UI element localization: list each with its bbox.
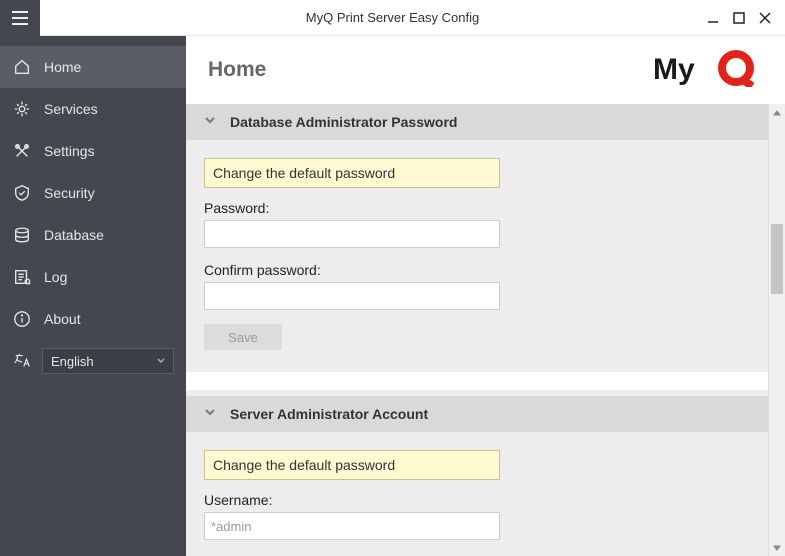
minimize-button[interactable] [701,6,725,30]
sidebar-item-label: Services [44,101,98,117]
home-icon [12,57,32,77]
confirm-password-label: Confirm password: [204,262,750,278]
content-scroll: Database Administrator Password Change t… [186,104,785,556]
db-password-input[interactable] [204,220,500,248]
panel-body-server: Change the default password Username: *a… [186,432,768,556]
sidebar-item-home[interactable]: Home [0,46,186,88]
minimize-icon [706,11,720,25]
sidebar-item-database[interactable]: Database [0,214,186,256]
menu-toggle-button[interactable] [0,0,40,36]
language-icon [12,351,32,371]
hamburger-icon [11,11,29,25]
sidebar-item-label: Home [44,59,81,75]
hint-box: Change the default password [204,450,500,480]
language-value: English [51,354,94,369]
sidebar-item-label: Log [44,269,67,285]
db-confirm-password-input[interactable] [204,282,500,310]
scrollbar[interactable] [768,104,785,556]
window-title: MyQ Print Server Easy Config [306,10,479,25]
server-username-input[interactable]: *admin [204,512,500,540]
chevron-down-icon [204,113,216,131]
sidebar-item-services[interactable]: Services [0,88,186,130]
tools-icon [12,141,32,161]
svg-text:My: My [653,53,695,86]
language-row: English [0,340,186,382]
close-icon [758,11,772,25]
scroll-up-button[interactable] [769,104,785,121]
language-select[interactable]: English [42,348,174,374]
save-button[interactable]: Save [204,324,282,350]
sidebar-item-security[interactable]: Security [0,172,186,214]
close-button[interactable] [753,6,777,30]
info-icon [12,309,32,329]
panel-body-db: Change the default password Password: Co… [186,140,768,372]
maximize-button[interactable] [727,6,751,30]
scroll-down-button[interactable] [769,539,785,556]
log-icon [12,267,32,287]
panel-title: Server Administrator Account [230,406,428,422]
main-header: Home My [186,36,785,104]
titlebar: MyQ Print Server Easy Config [0,0,785,36]
page-title: Home [208,58,266,82]
username-label: Username: [204,492,750,508]
database-icon [12,225,32,245]
panel-title: Database Administrator Password [230,114,457,130]
sidebar-item-label: Security [44,185,95,201]
password-label: Password: [204,200,750,216]
myq-logo: My [653,49,763,92]
chevron-down-icon [157,357,165,365]
scroll-thumb[interactable] [771,224,783,294]
sidebar: Home Services Settings Security Database… [0,36,186,556]
panel-header-db[interactable]: Database Administrator Password [186,104,768,140]
main-area: Home My Database Administrator Password … [186,36,785,556]
chevron-down-icon [204,405,216,423]
sidebar-item-log[interactable]: Log [0,256,186,298]
sidebar-item-label: About [44,311,81,327]
hint-box: Change the default password [204,158,500,188]
maximize-icon [732,11,746,25]
sidebar-item-settings[interactable]: Settings [0,130,186,172]
shield-icon [12,183,32,203]
gear-icon [12,99,32,119]
panel-header-server[interactable]: Server Administrator Account [186,396,768,432]
sidebar-item-label: Settings [44,143,95,159]
sidebar-item-label: Database [44,227,104,243]
window-controls [701,6,785,30]
sidebar-item-about[interactable]: About [0,298,186,340]
